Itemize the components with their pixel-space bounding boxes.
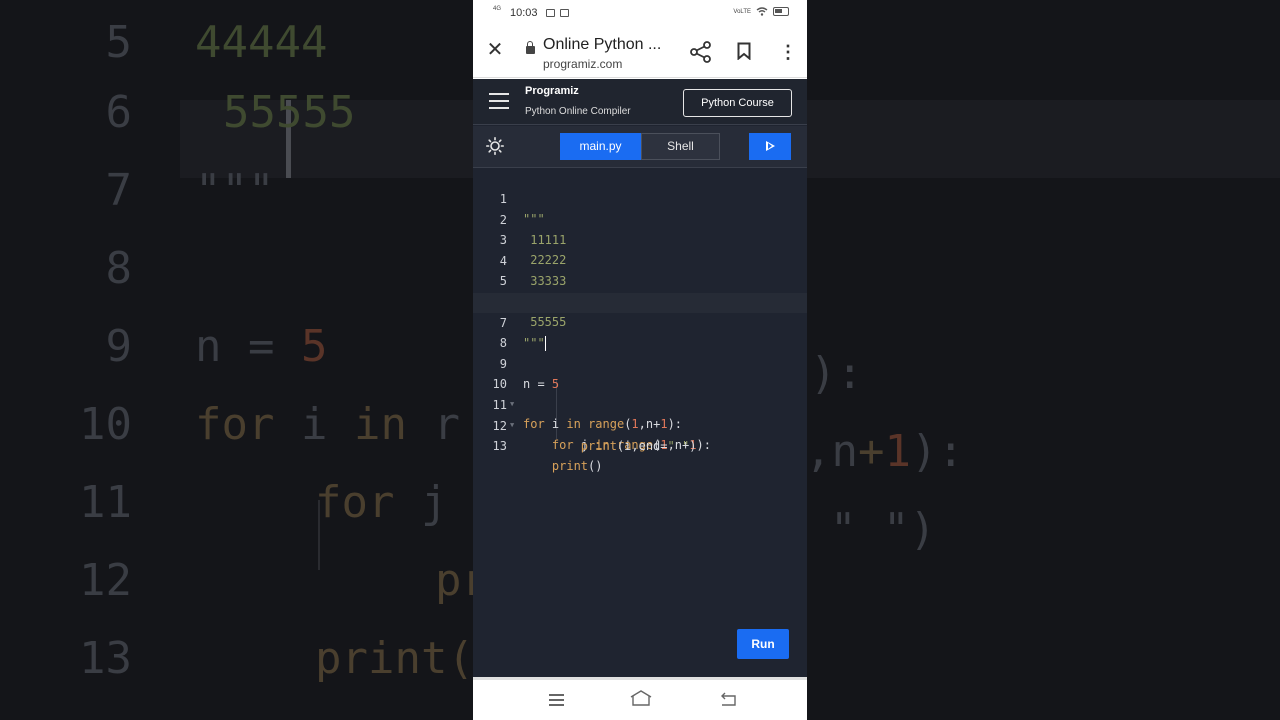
code-line: 13 print() xyxy=(492,439,603,474)
code-editor[interactable]: 1 """ 2 11111 3 22222 4 33333 5 44444 6 xyxy=(473,169,807,589)
code-line: 3 22222 xyxy=(499,233,567,268)
recents-menu-icon[interactable] xyxy=(549,694,564,706)
code-line: 6 55555 xyxy=(500,295,567,329)
close-icon[interactable]: ✕ xyxy=(485,40,505,60)
volte-indicator: VoLTE xyxy=(733,8,751,15)
editor-toolbar: main.py Shell xyxy=(473,126,807,168)
back-icon[interactable] xyxy=(719,692,737,706)
code-line: 4 33333 xyxy=(499,253,567,288)
wifi-icon xyxy=(756,7,768,16)
programiz-logo[interactable]: Programiz xyxy=(525,85,579,97)
code-line: 10 ▼ for i in range(1,n+1): xyxy=(492,377,683,432)
status-bar: 4G 10:03 VoLTE xyxy=(473,0,807,26)
status-time: 10:03 xyxy=(510,7,538,19)
tab-shell[interactable]: Shell xyxy=(641,133,720,160)
video-icon xyxy=(546,9,555,17)
code-line: 1 """ xyxy=(499,192,545,226)
code-line: 8 xyxy=(499,336,507,351)
python-course-button[interactable]: Python Course xyxy=(683,89,792,117)
theme-toggle-icon[interactable] xyxy=(486,137,504,155)
home-icon[interactable] xyxy=(630,690,652,706)
android-navigation-bar xyxy=(473,677,807,720)
app-header: Programiz Python Online Compiler Python … xyxy=(473,79,807,125)
page-title[interactable]: Online Python ... xyxy=(543,36,661,54)
notification-icon xyxy=(560,9,569,17)
code-line: 9 n = 5 xyxy=(499,356,560,391)
phone-screen: 4G 10:03 VoLTE ✕ Online Python ... progr… xyxy=(473,0,807,720)
bookmark-icon[interactable] xyxy=(737,42,751,60)
run-button[interactable]: Run xyxy=(737,629,789,659)
code-line: 2 11111 xyxy=(499,212,567,247)
share-icon[interactable] xyxy=(689,41,713,63)
code-line: 5 44444 xyxy=(499,274,567,308)
app-subtitle: Python Online Compiler xyxy=(525,106,631,117)
tab-main-py[interactable]: main.py xyxy=(560,133,641,160)
code-line-active: 7 """ xyxy=(473,292,807,351)
page-domain[interactable]: programiz.com xyxy=(543,57,622,71)
code-line: 12 print(i,end=" ") xyxy=(492,418,697,453)
network-indicator: 4G xyxy=(493,6,502,12)
more-options-icon[interactable]: ⋮ xyxy=(779,41,797,63)
battery-icon xyxy=(773,7,789,16)
compiler-app: Programiz Python Online Compiler Python … xyxy=(473,79,807,677)
run-play-button[interactable] xyxy=(749,133,791,160)
lock-icon xyxy=(526,41,535,54)
code-line: 11 ▼ for j in range(1,n+1): xyxy=(492,398,711,452)
hamburger-menu-icon[interactable] xyxy=(489,93,509,109)
browser-url-bar: ✕ Online Python ... programiz.com ⋮ xyxy=(473,26,807,78)
